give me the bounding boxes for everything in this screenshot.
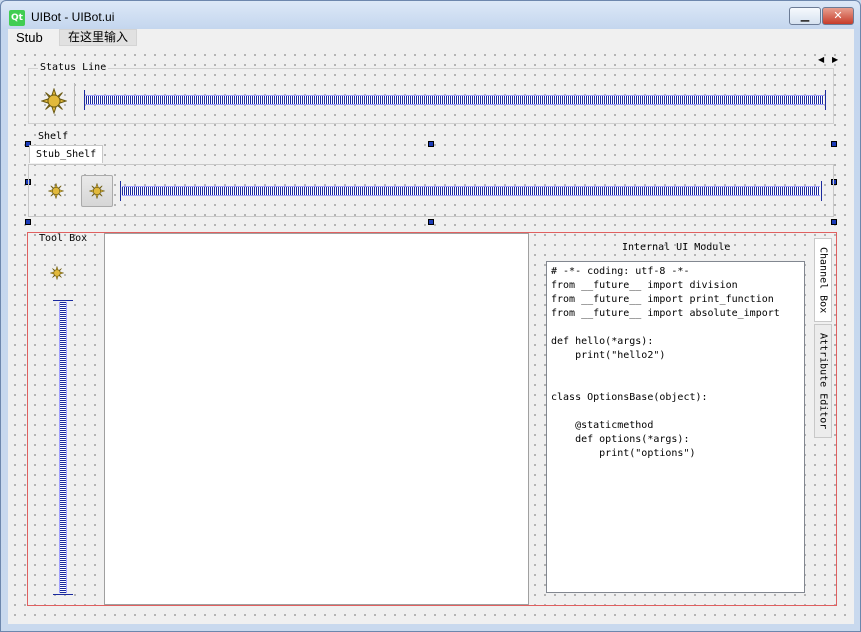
viewport-panel[interactable]	[104, 233, 529, 605]
menu-bar: Stub 在这里输入	[8, 29, 854, 48]
resize-handle-tr[interactable]	[831, 141, 837, 147]
app-window: Qt UIBot - UIBot.ui ▁ ✕ Stub 在这里输入 ◀ ▶ S…	[0, 0, 861, 632]
sun-icon	[89, 183, 105, 199]
designer-canvas: ◀ ▶ Status Line Shelf Stub_Shelf Tool Bo…	[8, 48, 854, 624]
toolbox-bar-top-cap	[53, 300, 73, 301]
toolbox-label: Tool Box	[39, 233, 88, 244]
resize-handle-tc[interactable]	[428, 141, 434, 147]
status-separator	[74, 83, 75, 115]
shelf-bar-start-cap	[120, 181, 121, 201]
tab-attribute-editor[interactable]: Attribute Editor	[814, 324, 832, 438]
status-line-spacer[interactable]	[86, 95, 824, 105]
close-button[interactable]: ✕	[822, 7, 854, 25]
code-editor[interactable]: # -*- coding: utf-8 -*- from __future__ …	[546, 261, 805, 593]
status-bar-start-cap	[84, 90, 85, 110]
resize-handle-bc[interactable]	[428, 219, 434, 225]
sun-icon[interactable]	[50, 266, 64, 280]
resize-handle-br[interactable]	[831, 219, 837, 225]
status-line-label: Status Line	[38, 62, 109, 73]
shelf-tool-button[interactable]	[81, 175, 113, 207]
status-bar-end-cap	[825, 90, 826, 110]
shelf-tab-stub[interactable]: Stub_Shelf	[29, 145, 104, 163]
tab-channel-box[interactable]: Channel Box	[814, 238, 832, 322]
shelf-bar-end-cap	[821, 181, 822, 201]
shelf-spacer[interactable]	[122, 186, 820, 196]
title-bar[interactable]: Qt UIBot - UIBot.ui ▁ ✕	[1, 1, 860, 29]
sun-icon[interactable]	[48, 183, 64, 199]
sun-icon	[41, 88, 67, 114]
scroll-right-arrow-icon[interactable]: ▶	[832, 55, 838, 64]
toolbox-spacer[interactable]	[59, 302, 67, 593]
window-title: UIBot - UIBot.ui	[31, 10, 115, 24]
menu-type-here[interactable]: 在这里输入	[59, 29, 138, 46]
module-title: Internal UI Module	[622, 242, 731, 253]
qt-logo-icon: Qt	[9, 10, 25, 26]
resize-handle-bl[interactable]	[25, 219, 31, 225]
scroll-left-arrow-icon[interactable]: ◀	[818, 55, 824, 64]
menu-stub[interactable]: Stub	[12, 30, 47, 45]
toolbox-bar-bottom-cap	[53, 594, 73, 595]
shelf-label: Shelf	[38, 131, 69, 142]
minimize-button[interactable]: ▁	[789, 7, 821, 25]
